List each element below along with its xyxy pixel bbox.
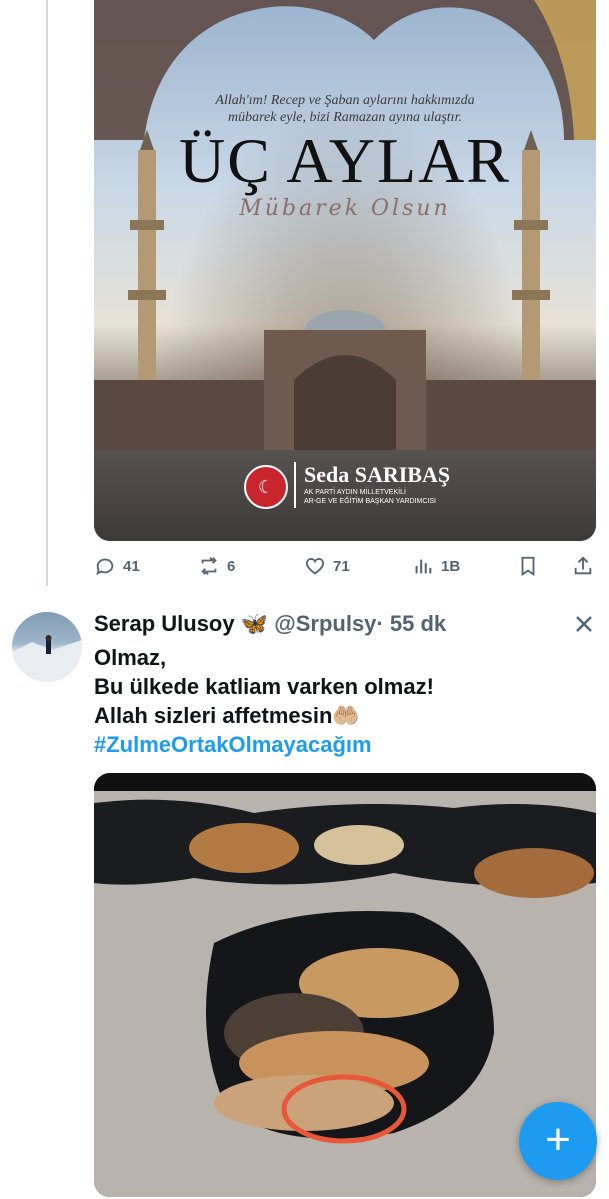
thread-connector-line — [46, 0, 48, 586]
tweet1-action-bar: 41 6 71 1B — [94, 552, 596, 580]
author-avatar[interactable] — [12, 612, 82, 682]
author-name[interactable]: Serap Ulusoy — [94, 611, 235, 636]
logo-divider — [294, 462, 296, 508]
close-icon[interactable] — [572, 612, 596, 636]
share-icon — [574, 556, 592, 575]
signature-sub-line-2: AR-GE VE EĞİTİM BAŞKAN YARDIMCISI — [304, 498, 436, 505]
signature-name: Seda SARIBAŞ — [304, 462, 451, 487]
signature-logo: ☾ Seda SARIBAŞ AK PARTİ AYDIN MİLLETVEKİ… — [244, 462, 504, 512]
like-count: 71 — [333, 557, 350, 575]
signature-subtitle: AK PARTİ AYDIN MİLLETVEKİLİ AR-GE VE EĞİ… — [304, 488, 484, 506]
tweet-image-uc-aylar[interactable]: Allah'ım! Recep ve Şaban aylarını hakkım… — [94, 0, 596, 541]
tweet2-header: Serap Ulusoy 🦋 @Srpulsy· 55 dk — [94, 611, 446, 637]
tweet-text-line: Allah sizleri affetmesin🤲🏼 — [94, 703, 360, 728]
butterfly-emoji: 🦋 — [240, 611, 269, 636]
caption-line-1: Allah'ım! Recep ve Şaban aylarını hakkım… — [215, 93, 475, 108]
retweet-button[interactable]: 6 — [198, 552, 235, 580]
tweet-time[interactable]: 55 dk — [390, 611, 446, 636]
views-chart-icon — [415, 559, 432, 574]
signature-sub-line-1: AK PARTİ AYDIN MİLLETVEKİLİ — [304, 489, 406, 496]
image-caption: Allah'ım! Recep ve Şaban aylarını hakkım… — [94, 92, 596, 126]
caption-line-2: mübarek eyle, bizi Ramazan ayına ulaştır… — [228, 110, 462, 125]
author-handle[interactable]: @Srpulsy — [274, 611, 376, 636]
views-button[interactable]: 1B — [412, 552, 460, 580]
parliament-seal-icon: ☾ — [244, 465, 288, 509]
tweet-text-line: Olmaz, — [94, 645, 167, 670]
reply-button[interactable]: 41 — [94, 552, 140, 580]
tweet2-body: Olmaz, Bu ülkede katliam varken olmaz! A… — [94, 643, 594, 759]
views-count: 1B — [441, 557, 461, 575]
share-button[interactable] — [572, 552, 594, 580]
mosque-building — [94, 310, 596, 460]
avatar-photo — [12, 635, 82, 682]
heart-icon — [305, 558, 325, 575]
hashtag-link[interactable]: #ZulmeOrtakOlmayacağım — [94, 730, 594, 759]
reply-count: 41 — [123, 557, 140, 575]
retweet-icon — [201, 557, 217, 575]
retweet-count: 6 — [227, 557, 236, 575]
bookmark-button[interactable] — [517, 552, 539, 580]
tweet-text-line: Bu ülkede katliam varken olmaz! — [94, 674, 434, 699]
bookmark-icon — [521, 556, 535, 576]
meta-separator: · — [376, 611, 384, 636]
reply-icon — [96, 558, 114, 576]
compose-fab-button[interactable]: + — [519, 1102, 597, 1180]
like-button[interactable]: 71 — [304, 552, 350, 580]
